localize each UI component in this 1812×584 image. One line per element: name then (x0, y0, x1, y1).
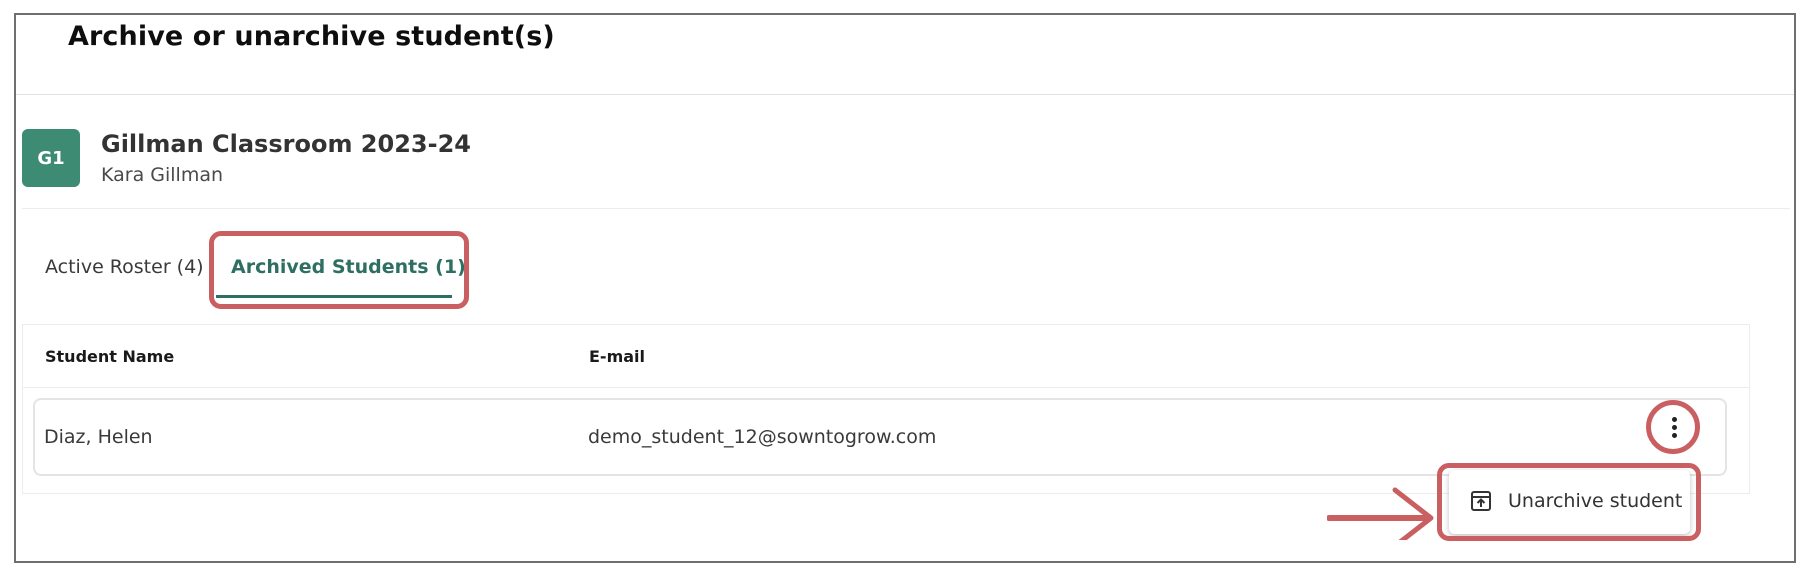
tab-active-roster[interactable]: Active Roster (4) (45, 256, 204, 278)
teacher-name: Kara Gillman (101, 164, 224, 186)
student-email-cell: demo_student_12@sowntogrow.com (588, 426, 937, 448)
annotation-arrow-icon (1327, 487, 1434, 540)
page-title: Archive or unarchive student(s) (68, 21, 555, 52)
divider (23, 387, 1749, 388)
annotation-highlight-menu-button (1646, 400, 1700, 454)
column-header-email: E-mail (589, 347, 646, 366)
student-name-cell: Diaz, Helen (44, 426, 153, 448)
column-header-student-name: Student Name (45, 347, 175, 366)
divider (16, 94, 1794, 95)
divider (22, 208, 1790, 209)
class-avatar: G1 (22, 129, 80, 187)
annotation-highlight-tab (209, 231, 469, 309)
annotation-highlight-unarchive (1437, 463, 1701, 541)
class-name: Gillman Classroom 2023-24 (101, 130, 471, 158)
